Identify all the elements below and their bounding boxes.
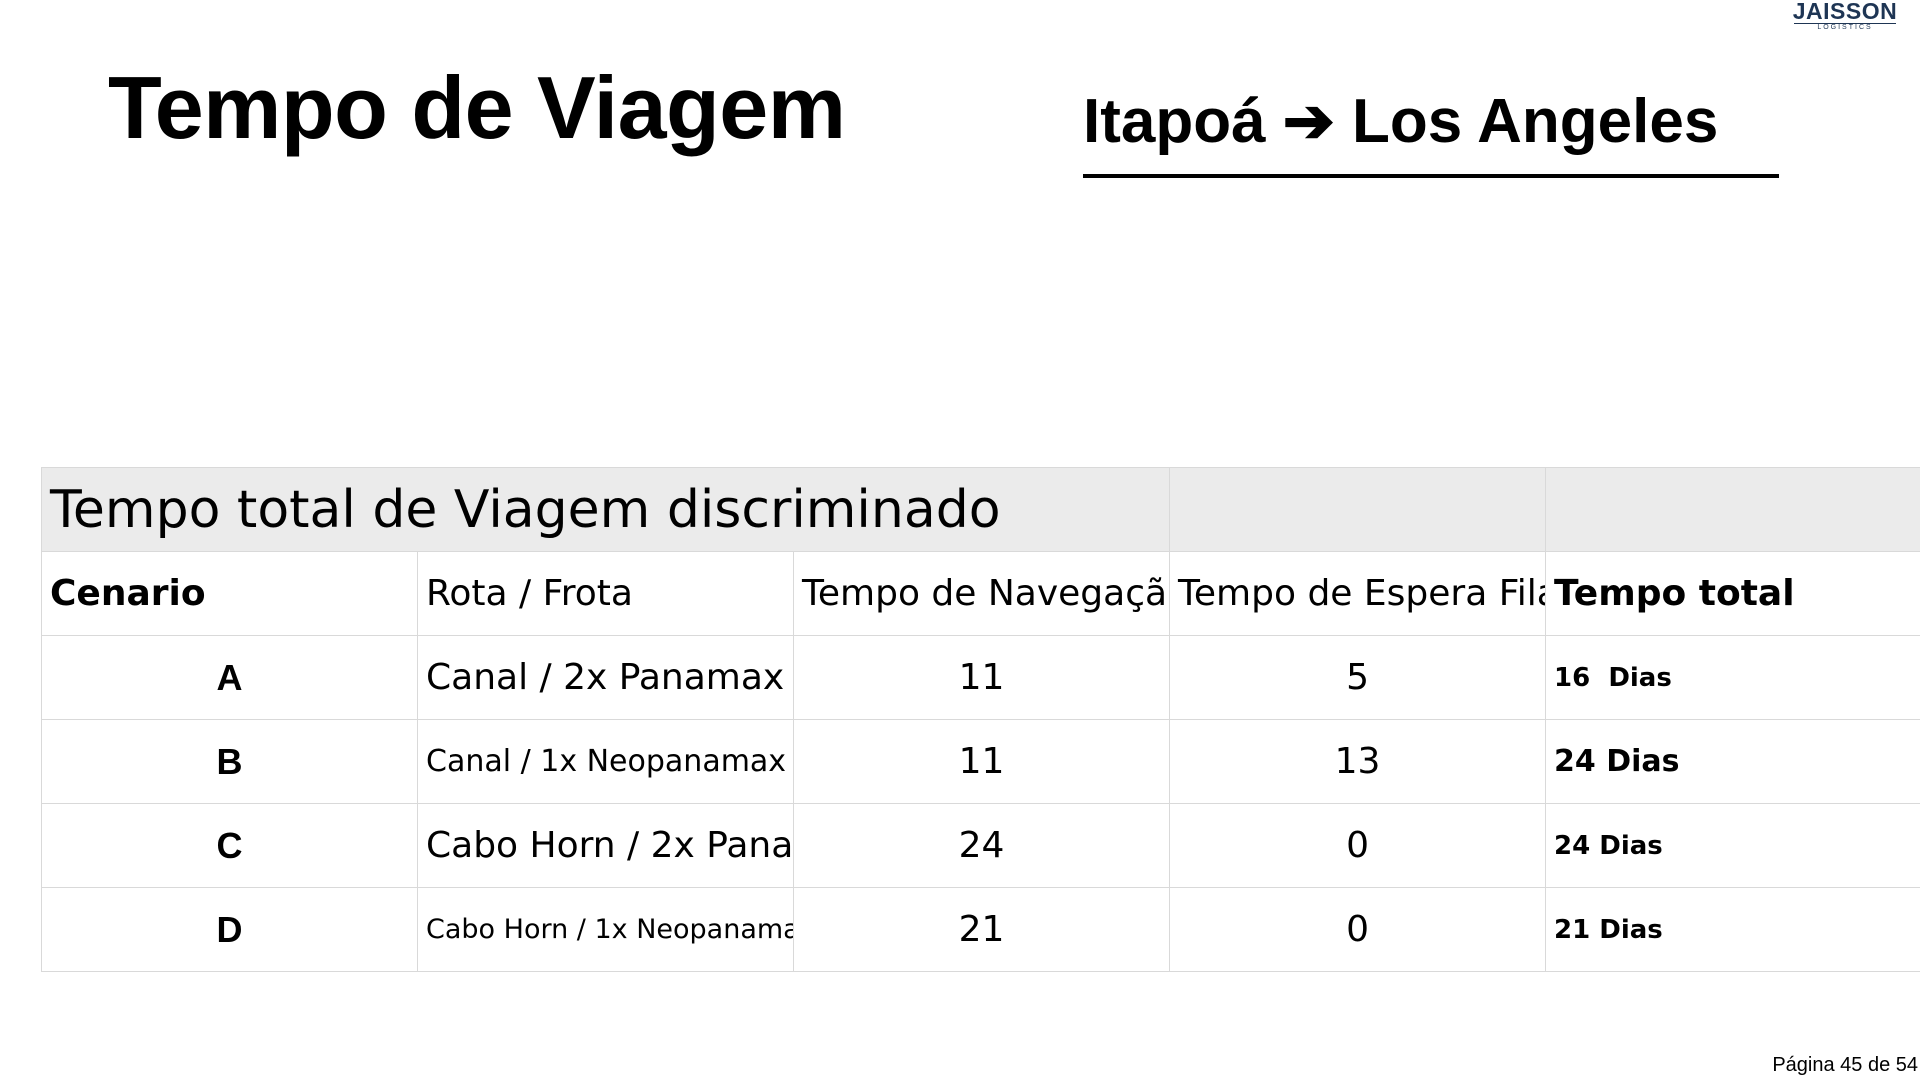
logo-subtitle: LOGISTICS <box>1794 23 1896 32</box>
cell-espera: 13 <box>1169 719 1547 804</box>
header-cenario: Cenario <box>41 551 418 636</box>
cell-cenario: B <box>41 719 418 804</box>
travel-time-table: Tempo total de Viagem discriminado Cenar… <box>40 467 1920 972</box>
cell-navegacao: 24 <box>792 803 1171 888</box>
table-row: C Cabo Horn / 2x Panamax 24 0 24 Dias <box>41 803 1920 888</box>
table-caption-cell-empty <box>1169 467 1547 552</box>
cell-total: 24 Dias <box>1545 719 1920 804</box>
cell-cenario: D <box>41 887 418 972</box>
table-row: B Canal / 1x Neopanamax 11 13 24 Dias <box>41 719 1920 804</box>
table-caption-cell-empty <box>1545 467 1920 552</box>
cell-total: 24 Dias <box>1545 803 1920 888</box>
header-tempo-espera: Tempo de Espera Fila <box>1169 551 1547 636</box>
page-number: Página 45 de 54 <box>1772 1054 1918 1076</box>
cell-rota: Canal / 1x Neopanamax <box>417 719 794 804</box>
table-caption: Tempo total de Viagem discriminado <box>40 467 1171 552</box>
table-row: A Canal / 2x Panamax 11 5 16 Dias <box>41 635 1920 720</box>
cell-total: 16 Dias <box>1545 635 1920 720</box>
cell-rota: Cabo Horn / 1x Neopanamax <box>417 887 794 972</box>
table-header-row: Cenario Rota / Frota Tempo de Navegação … <box>41 551 1920 636</box>
cell-total: 21 Dias <box>1545 887 1920 972</box>
cell-rota: Canal / 2x Panamax <box>417 635 794 720</box>
table-row: D Cabo Horn / 1x Neopanamax 21 0 21 Dias <box>41 887 1920 972</box>
company-logo: JAISSON LOGISTICS <box>1780 0 1910 32</box>
travel-time-table-container: Tempo total de Viagem discriminado Cenar… <box>40 467 1920 972</box>
header-tempo-navegacao: Tempo de Navegação <box>792 551 1171 636</box>
logo-name: JAISSON <box>1792 0 1898 24</box>
route-heading: Itapoá ➔ Los Angeles <box>1083 84 1779 178</box>
cell-espera: 0 <box>1169 803 1547 888</box>
cell-cenario: C <box>41 803 418 888</box>
header-tempo-total: Tempo total <box>1545 551 1920 636</box>
cell-navegacao: 11 <box>792 635 1171 720</box>
cell-navegacao: 11 <box>792 719 1171 804</box>
cell-cenario: A <box>41 635 418 720</box>
cell-espera: 5 <box>1169 635 1547 720</box>
cell-espera: 0 <box>1169 887 1547 972</box>
slide-page: JAISSON LOGISTICS Tempo de Viagem Itapoá… <box>0 0 1920 1080</box>
header-rota-frota: Rota / Frota <box>417 551 794 636</box>
cell-rota: Cabo Horn / 2x Panamax <box>417 803 794 888</box>
table-caption-row: Tempo total de Viagem discriminado <box>40 467 1920 552</box>
cell-navegacao: 21 <box>792 887 1171 972</box>
page-title: Tempo de Viagem <box>108 58 846 157</box>
